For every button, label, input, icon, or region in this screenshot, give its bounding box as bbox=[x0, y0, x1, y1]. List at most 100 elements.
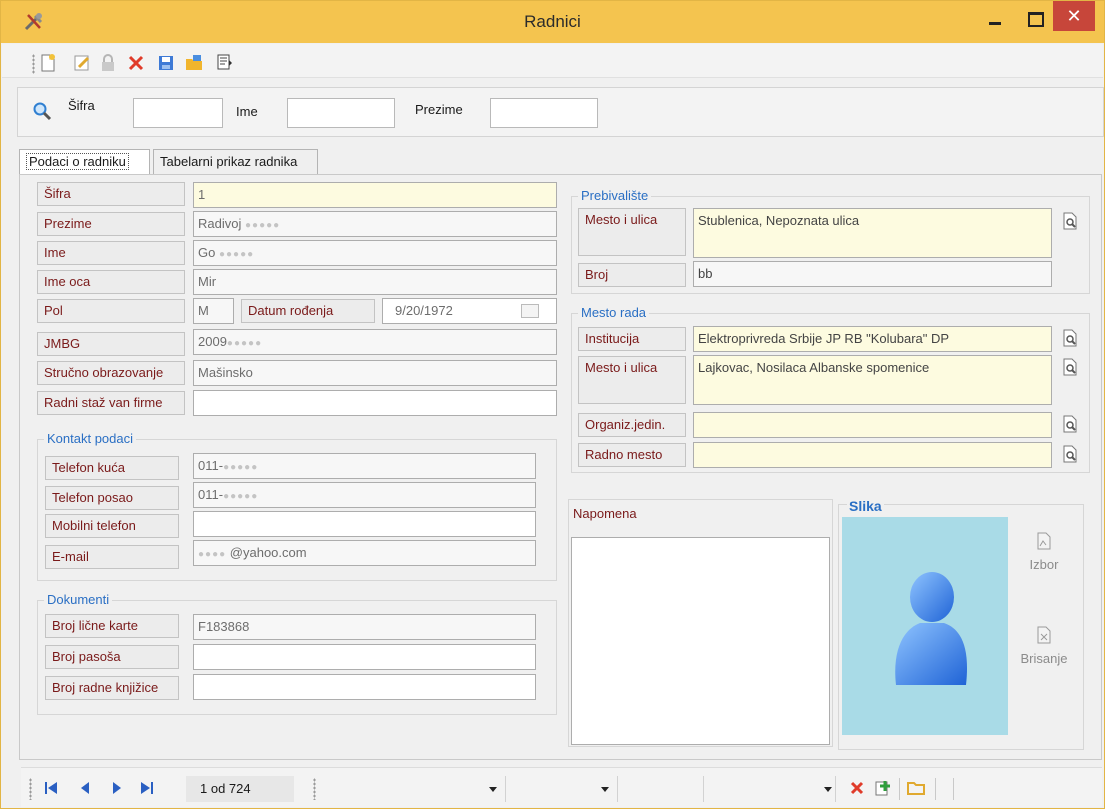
ime-field[interactable]: Go ●●●●● bbox=[193, 240, 557, 266]
close-button[interactable]: ✕ bbox=[1053, 1, 1095, 31]
mobilni-telefon-field[interactable] bbox=[193, 511, 536, 537]
ime-label: Ime bbox=[37, 241, 185, 265]
toolbar-grip[interactable] bbox=[32, 54, 35, 74]
prezime-field[interactable]: Radivoj ●●●●● bbox=[193, 211, 557, 237]
ime-oca-field[interactable]: Mir bbox=[193, 269, 557, 295]
main-toolbar bbox=[2, 44, 1103, 78]
izbor-button[interactable]: Izbor bbox=[1014, 531, 1074, 572]
statusbar-grip[interactable] bbox=[313, 778, 316, 800]
search-prezime-input[interactable] bbox=[490, 98, 598, 128]
open-folder-icon[interactable] bbox=[907, 779, 927, 797]
record-navigator: 1 od 724 bbox=[21, 767, 1102, 807]
previous-record-icon[interactable] bbox=[77, 780, 93, 796]
broj-licne-karte-field[interactable]: F183868 bbox=[193, 614, 536, 640]
folder-icon[interactable] bbox=[184, 53, 204, 73]
telefon-kuca-value: 011- bbox=[198, 458, 224, 473]
datum-value: 9/20/1972 bbox=[395, 303, 453, 318]
broj-pasosa-label: Broj pasoša bbox=[45, 645, 179, 669]
organiz-jedin-label: Organiz.jedin. bbox=[578, 413, 686, 437]
institucija-field[interactable]: Elektroprivreda Srbije JP RB "Kolubara" … bbox=[693, 326, 1052, 352]
slika-title: Slika bbox=[847, 498, 884, 514]
masked-text: ●●●●● bbox=[226, 338, 263, 349]
organiz-jedin-field[interactable] bbox=[693, 412, 1052, 438]
first-record-icon[interactable] bbox=[43, 780, 59, 796]
telefon-posao-value: 011- bbox=[198, 487, 224, 502]
email-field[interactable]: ●●●● @yahoo.com bbox=[193, 540, 536, 566]
search-ime-input[interactable] bbox=[287, 98, 395, 128]
ime-value: Go bbox=[198, 245, 216, 260]
lookup-icon[interactable] bbox=[1060, 414, 1080, 434]
maximize-button[interactable] bbox=[1013, 1, 1057, 33]
pol-label: Pol bbox=[37, 299, 185, 323]
lookup-icon[interactable] bbox=[1060, 357, 1080, 377]
search-sifra-label: Šifra bbox=[68, 98, 95, 113]
broj-radne-knjizice-field[interactable] bbox=[193, 674, 536, 700]
email-value: @yahoo.com bbox=[229, 545, 307, 560]
search-sifra-input[interactable] bbox=[133, 98, 223, 128]
broj-pasosa-field[interactable] bbox=[193, 644, 536, 670]
mesto-rada-mesto-label: Mesto i ulica bbox=[578, 356, 686, 404]
prezime-value: Radivoj bbox=[198, 216, 242, 231]
employee-photo bbox=[842, 517, 1008, 735]
telefon-posao-field[interactable]: 011-●●●●● bbox=[193, 482, 536, 508]
print-icon[interactable] bbox=[214, 53, 234, 73]
napomena-textarea[interactable] bbox=[571, 537, 830, 745]
delete-icon[interactable] bbox=[849, 780, 865, 796]
mesto-rada-mesto-field[interactable]: Lajkovac, Nosilaca Albanske spomenice bbox=[693, 355, 1052, 405]
jmbg-field[interactable]: 2009●●●●● bbox=[193, 329, 557, 355]
tab-tabelarni-prikaz[interactable]: Tabelarni prikaz radnika bbox=[153, 149, 318, 175]
separator bbox=[935, 778, 936, 800]
next-record-icon[interactable] bbox=[109, 780, 125, 796]
lock-icon[interactable] bbox=[98, 53, 118, 73]
sifra-field[interactable]: 1 bbox=[193, 182, 557, 208]
separator bbox=[899, 778, 900, 800]
prebivaliste-title: Prebivalište bbox=[578, 188, 652, 203]
last-record-icon[interactable] bbox=[139, 780, 155, 796]
calendar-dropdown-icon[interactable] bbox=[521, 304, 539, 318]
filter-dropdown-3[interactable] bbox=[706, 776, 836, 802]
masked-text: ●●●●● bbox=[218, 249, 255, 260]
search-prezime-label: Prezime bbox=[415, 102, 463, 117]
pol-field[interactable]: M bbox=[193, 298, 234, 324]
datum-rodjenja-label: Datum rođenja bbox=[241, 299, 375, 323]
radnici-window: Radnici ✕ Šifra Ime Prezime Podaci o rad… bbox=[0, 0, 1105, 809]
ime-oca-label: Ime oca bbox=[37, 270, 185, 294]
masked-text: ●●●●● bbox=[223, 462, 259, 473]
add-icon[interactable] bbox=[874, 779, 892, 797]
lookup-icon[interactable] bbox=[1060, 444, 1080, 464]
save-icon[interactable] bbox=[156, 53, 176, 73]
prebivaliste-mesto-field[interactable]: Stublenica, Nepoznata ulica bbox=[693, 208, 1052, 258]
window-title: Radnici bbox=[524, 12, 581, 31]
napomena-label: Napomena bbox=[573, 506, 637, 521]
telefon-kuca-label: Telefon kuća bbox=[45, 456, 179, 480]
masked-text: ●●●●● bbox=[244, 220, 281, 231]
izbor-label: Izbor bbox=[1029, 557, 1059, 572]
telefon-kuca-field[interactable]: 011-●●●●● bbox=[193, 453, 536, 479]
filter-dropdown-1[interactable] bbox=[321, 776, 506, 802]
radno-mesto-label: Radno mesto bbox=[578, 443, 686, 467]
brisanje-button[interactable]: Brisanje bbox=[1014, 625, 1074, 666]
broj-radne-knjizice-label: Broj radne knjižice bbox=[45, 676, 179, 700]
obrazovanje-field[interactable]: Mašinsko bbox=[193, 360, 557, 386]
sifra-label: Šifra bbox=[37, 182, 185, 206]
radni-staz-field[interactable] bbox=[193, 390, 557, 416]
broj-licne-karte-label: Broj lične karte bbox=[45, 614, 179, 638]
tab-label: Podaci o radniku bbox=[26, 153, 129, 170]
lookup-icon[interactable] bbox=[1060, 328, 1080, 348]
delete-icon[interactable] bbox=[126, 53, 146, 73]
lookup-icon[interactable] bbox=[1060, 211, 1080, 231]
filter-dropdown-2[interactable] bbox=[508, 776, 618, 802]
statusbar-grip[interactable] bbox=[29, 778, 32, 800]
chevron-down-icon bbox=[824, 787, 832, 792]
prebivaliste-broj-field[interactable]: bb bbox=[693, 261, 1052, 287]
radno-mesto-field[interactable] bbox=[693, 442, 1052, 468]
tab-podaci-o-radniku[interactable]: Podaci o radniku bbox=[19, 149, 150, 176]
new-document-icon[interactable] bbox=[38, 53, 58, 73]
title-bar: Radnici ✕ bbox=[1, 1, 1104, 43]
chevron-down-icon bbox=[601, 787, 609, 792]
edit-icon[interactable] bbox=[72, 53, 92, 73]
minimize-button[interactable] bbox=[973, 1, 1017, 33]
email-label: E-mail bbox=[45, 545, 179, 569]
search-ime-label: Ime bbox=[236, 104, 258, 119]
close-icon: ✕ bbox=[1066, 6, 1082, 26]
